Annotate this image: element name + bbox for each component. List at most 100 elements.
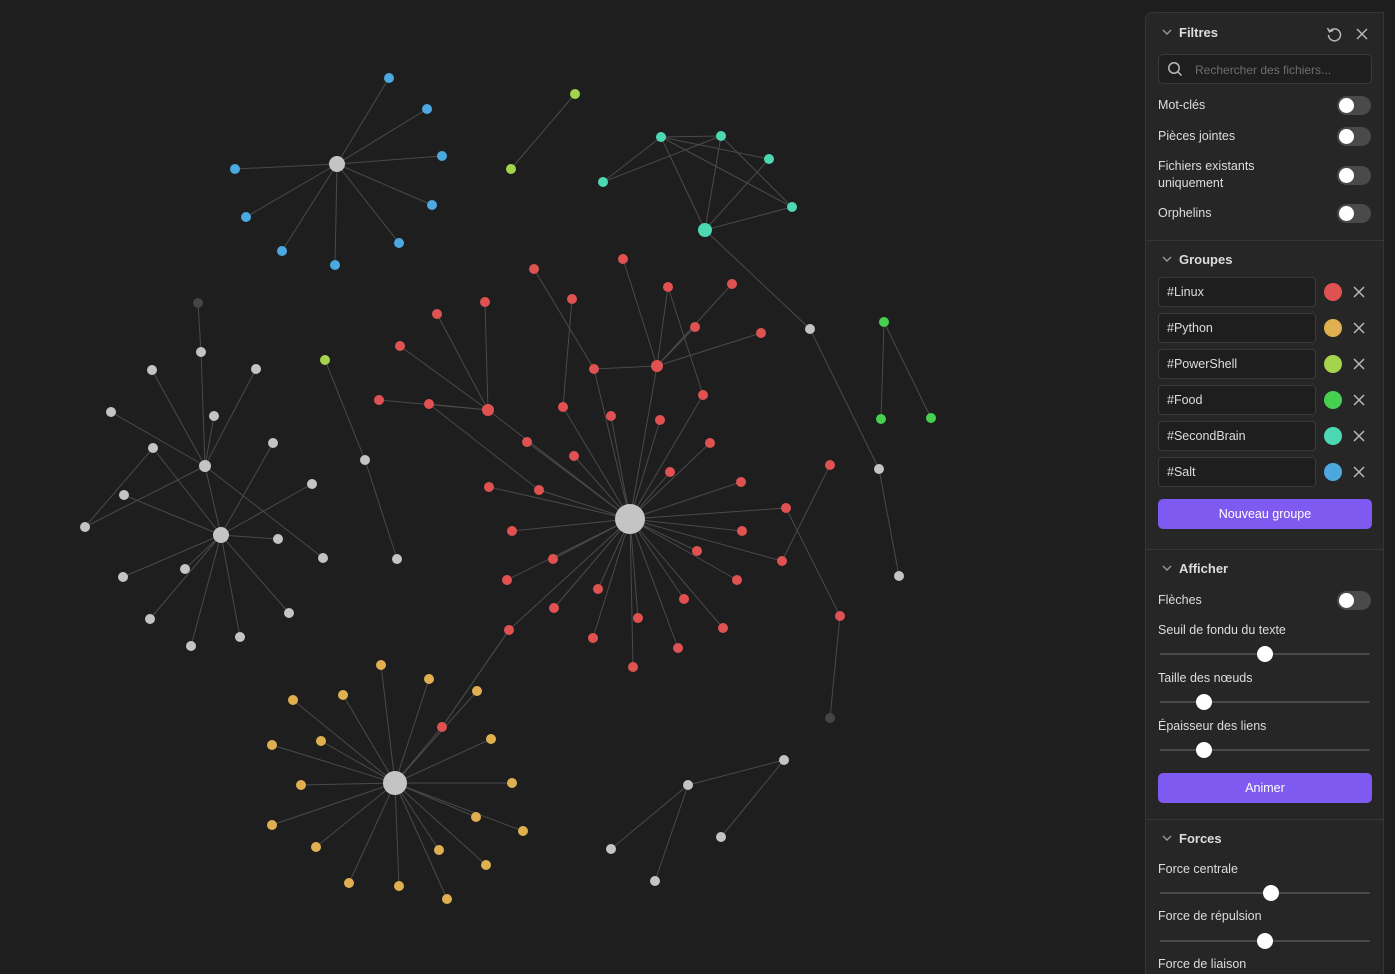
- graph-node[interactable]: [569, 451, 579, 461]
- group-color-swatch[interactable]: [1324, 427, 1342, 445]
- graph-node[interactable]: [80, 522, 90, 532]
- group-query-input[interactable]: #SecondBrain: [1158, 421, 1316, 451]
- graph-node[interactable]: [764, 154, 774, 164]
- graph-node[interactable]: [374, 395, 384, 405]
- graph-node[interactable]: [777, 556, 787, 566]
- repel-force-slider[interactable]: [1160, 932, 1370, 950]
- file-search-input[interactable]: [1193, 55, 1367, 85]
- graph-node[interactable]: [394, 881, 404, 891]
- graph-node[interactable]: [484, 482, 494, 492]
- close-icon[interactable]: [1352, 357, 1366, 371]
- graph-node[interactable]: [606, 411, 616, 421]
- graph-node[interactable]: [665, 467, 675, 477]
- graph-node[interactable]: [705, 438, 715, 448]
- graph-node[interactable]: [718, 623, 728, 633]
- graph-node[interactable]: [193, 298, 203, 308]
- graph-node[interactable]: [392, 554, 402, 564]
- graph-node[interactable]: [690, 322, 700, 332]
- node-size-slider[interactable]: [1160, 693, 1370, 711]
- graph-node[interactable]: [570, 89, 580, 99]
- group-color-swatch[interactable]: [1324, 391, 1342, 409]
- graph-node[interactable]: [698, 390, 708, 400]
- graph-node[interactable]: [606, 844, 616, 854]
- graph-node[interactable]: [147, 365, 157, 375]
- graph-node[interactable]: [679, 594, 689, 604]
- graph-node[interactable]: [424, 399, 434, 409]
- file-search-field[interactable]: [1158, 54, 1372, 85]
- graph-node[interactable]: [504, 625, 514, 635]
- graph-node[interactable]: [588, 633, 598, 643]
- graph-node[interactable]: [106, 407, 116, 417]
- graph-node[interactable]: [874, 464, 884, 474]
- graph-node[interactable]: [593, 584, 603, 594]
- close-icon[interactable]: [1352, 321, 1366, 335]
- graph-node[interactable]: [534, 485, 544, 495]
- graph-node[interactable]: [268, 438, 278, 448]
- graph-node[interactable]: [288, 695, 298, 705]
- graph-node[interactable]: [241, 212, 251, 222]
- graph-node[interactable]: [427, 200, 437, 210]
- group-color-swatch[interactable]: [1324, 355, 1342, 373]
- graph-node[interactable]: [344, 878, 354, 888]
- graph-node[interactable]: [209, 411, 219, 421]
- graph-node[interactable]: [876, 414, 886, 424]
- graph-node[interactable]: [318, 553, 328, 563]
- graph-node[interactable]: [482, 404, 494, 416]
- graph-node[interactable]: [615, 504, 645, 534]
- graph-node[interactable]: [394, 238, 404, 248]
- graph-node[interactable]: [481, 860, 491, 870]
- graph-node[interactable]: [548, 554, 558, 564]
- group-query-input[interactable]: #Linux: [1158, 277, 1316, 307]
- graph-node[interactable]: [502, 575, 512, 585]
- graph-node[interactable]: [779, 755, 789, 765]
- graph-node[interactable]: [432, 309, 442, 319]
- graph-node[interactable]: [650, 876, 660, 886]
- arrows-toggle[interactable]: [1337, 591, 1371, 610]
- forces-section-header[interactable]: Forces: [1160, 829, 1222, 847]
- graph-node[interactable]: [879, 317, 889, 327]
- graph-node[interactable]: [329, 156, 345, 172]
- close-icon[interactable]: [1352, 285, 1366, 299]
- new-group-button[interactable]: Nouveau groupe: [1158, 499, 1372, 529]
- display-section-header[interactable]: Afficher: [1160, 559, 1228, 577]
- graph-node[interactable]: [480, 297, 490, 307]
- graph-node[interactable]: [471, 812, 481, 822]
- close-icon[interactable]: [1352, 429, 1366, 443]
- group-color-swatch[interactable]: [1324, 463, 1342, 481]
- graph-node[interactable]: [119, 490, 129, 500]
- graph-node[interactable]: [787, 202, 797, 212]
- graph-node[interactable]: [395, 341, 405, 351]
- graph-node[interactable]: [296, 780, 306, 790]
- graph-node[interactable]: [316, 736, 326, 746]
- graph-node[interactable]: [267, 820, 277, 830]
- graph-node[interactable]: [655, 415, 665, 425]
- graph-node[interactable]: [663, 282, 673, 292]
- graph-node[interactable]: [320, 355, 330, 365]
- graph-node[interactable]: [338, 690, 348, 700]
- graph-node[interactable]: [716, 131, 726, 141]
- graph-node[interactable]: [737, 526, 747, 536]
- graph-node[interactable]: [422, 104, 432, 114]
- graph-node[interactable]: [360, 455, 370, 465]
- graph-node[interactable]: [424, 674, 434, 684]
- tags-toggle[interactable]: [1337, 96, 1371, 115]
- graph-node[interactable]: [330, 260, 340, 270]
- graph-node[interactable]: [273, 534, 283, 544]
- graph-node[interactable]: [736, 477, 746, 487]
- graph-node[interactable]: [756, 328, 766, 338]
- animate-button[interactable]: Animer: [1158, 773, 1372, 803]
- graph-node[interactable]: [683, 780, 693, 790]
- graph-node[interactable]: [506, 164, 516, 174]
- graph-node[interactable]: [434, 845, 444, 855]
- graph-node[interactable]: [558, 402, 568, 412]
- attachments-toggle[interactable]: [1337, 127, 1371, 146]
- graph-node[interactable]: [472, 686, 482, 696]
- graph-node[interactable]: [145, 614, 155, 624]
- graph-node[interactable]: [267, 740, 277, 750]
- graph-node[interactable]: [199, 460, 211, 472]
- graph-node[interactable]: [235, 632, 245, 642]
- graph-node[interactable]: [148, 443, 158, 453]
- graph-node[interactable]: [307, 479, 317, 489]
- graph-node[interactable]: [732, 575, 742, 585]
- graph-node[interactable]: [805, 324, 815, 334]
